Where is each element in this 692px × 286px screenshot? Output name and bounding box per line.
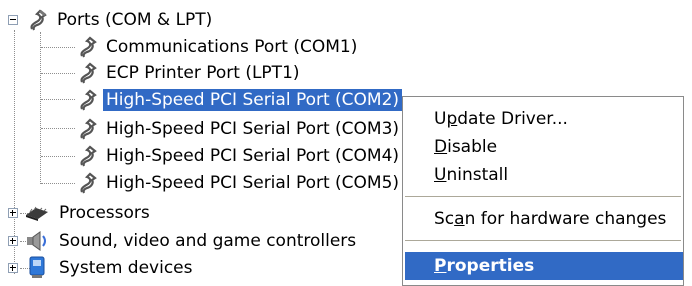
speaker-icon <box>24 230 50 252</box>
tree-item-com3[interactable]: High-Speed PCI Serial Port (COM3) <box>76 116 402 142</box>
port-connector-icon <box>76 62 100 84</box>
tree-item-processors[interactable]: Processors <box>8 200 153 226</box>
port-connector-icon <box>76 145 100 167</box>
menu-accelerator: U <box>434 165 447 185</box>
menu-accelerator: P <box>434 256 447 276</box>
tree-line <box>41 47 75 48</box>
port-connector-icon <box>26 9 50 31</box>
menu-text: roperties <box>446 256 535 276</box>
tree-item-com4[interactable]: High-Speed PCI Serial Port (COM4) <box>76 143 402 169</box>
tree-item-label: ECP Printer Port (LPT1) <box>106 63 300 83</box>
menu-item-update-driver[interactable]: Update Driver... <box>403 105 683 133</box>
tree-line <box>41 99 75 100</box>
system-computer-icon <box>24 256 50 280</box>
expand-toggle[interactable] <box>8 208 18 218</box>
menu-text: ninstall <box>446 165 509 185</box>
tree-item-label: System devices <box>59 258 193 278</box>
menu-accelerator: D <box>434 137 448 157</box>
menu-item-properties[interactable]: Properties <box>405 252 683 280</box>
menu-text: n for hardware changes <box>464 209 667 229</box>
tree-line <box>41 183 75 184</box>
tree-item-com5[interactable]: High-Speed PCI Serial Port (COM5) <box>76 170 402 196</box>
port-connector-icon <box>76 89 100 111</box>
menu-text: date Driver... <box>457 109 568 129</box>
menu-separator <box>405 196 681 197</box>
menu-item-scan-hardware[interactable]: Scan for hardware changes <box>403 205 683 233</box>
tree-item-ports[interactable]: Ports (COM & LPT) <box>8 7 215 33</box>
tree-item-com1[interactable]: Communications Port (COM1) <box>76 34 360 60</box>
expand-toggle[interactable] <box>8 236 18 246</box>
menu-separator <box>405 240 681 241</box>
context-menu: Update Driver... Disable Uninstall Scan … <box>402 96 684 286</box>
tree-item-label: High-Speed PCI Serial Port (COM5) <box>106 173 400 193</box>
tree-item-lpt1[interactable]: ECP Printer Port (LPT1) <box>76 60 303 86</box>
tree-line <box>40 32 41 184</box>
menu-text: U <box>434 109 447 129</box>
tree-item-com2[interactable]: High-Speed PCI Serial Port (COM2) <box>76 87 403 113</box>
menu-item-uninstall[interactable]: Uninstall <box>403 161 683 189</box>
menu-accelerator: a <box>454 209 465 229</box>
tree-line <box>41 128 75 129</box>
tree-item-label: Communications Port (COM1) <box>106 37 358 57</box>
menu-item-disable[interactable]: Disable <box>403 133 683 161</box>
menu-accelerator: p <box>446 109 458 129</box>
menu-text: Sc <box>434 209 455 229</box>
expand-toggle[interactable] <box>8 263 18 273</box>
processor-chip-icon <box>24 203 50 223</box>
port-connector-icon <box>76 36 100 58</box>
tree-item-label: Processors <box>59 203 150 223</box>
tree-line <box>41 73 75 74</box>
tree-item-label: High-Speed PCI Serial Port (COM2) <box>103 89 403 111</box>
port-connector-icon <box>76 118 100 140</box>
tree-item-label: High-Speed PCI Serial Port (COM3) <box>106 119 400 139</box>
tree-item-system-devices[interactable]: System devices <box>8 255 196 281</box>
tree-item-sound[interactable]: Sound, video and game controllers <box>8 228 359 254</box>
tree-item-label: Ports (COM & LPT) <box>57 10 213 30</box>
port-connector-icon <box>76 172 100 194</box>
collapse-toggle[interactable] <box>8 15 18 25</box>
tree-item-label: Sound, video and game controllers <box>59 231 357 251</box>
tree-item-label: High-Speed PCI Serial Port (COM4) <box>106 146 400 166</box>
tree-line <box>41 156 75 157</box>
menu-text: isable <box>447 137 498 157</box>
